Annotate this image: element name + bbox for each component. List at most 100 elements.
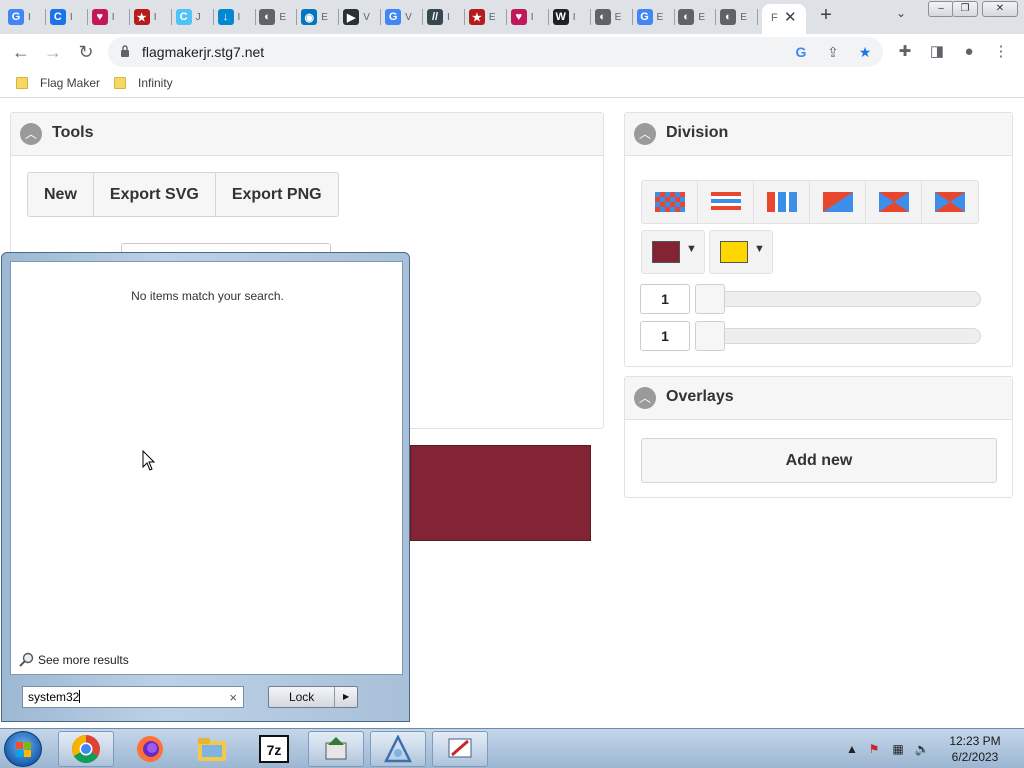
forward-icon[interactable]: → (41, 40, 65, 64)
windows-logo-icon (16, 742, 31, 757)
overlays-panel-header[interactable]: ︿ Overlays (625, 377, 1012, 420)
lock-button[interactable]: Lock ▶ (268, 686, 358, 708)
browser-tab[interactable]: ♥ I (509, 7, 549, 27)
clear-search-icon[interactable]: × (229, 690, 237, 705)
add-overlay-button[interactable]: Add new (641, 438, 997, 483)
tab-search-chevron-icon[interactable]: ⌄ (896, 6, 906, 20)
close-window-button[interactable]: ✕ (982, 1, 1018, 17)
tools-panel-header[interactable]: ︿ Tools (11, 113, 603, 156)
flag-preview (410, 445, 591, 541)
division-horizontal-option[interactable] (698, 181, 754, 223)
bookmark-label: Infinity (138, 76, 173, 90)
taskbar-chrome[interactable] (58, 731, 114, 767)
division-panel-header[interactable]: ︿ Division (625, 113, 1012, 156)
browser-tab[interactable]: ↓ I (216, 7, 256, 27)
browser-tab[interactable]: GV (383, 7, 424, 27)
browser-tab[interactable]: GI (6, 7, 46, 27)
shutdown-options-arrow-icon[interactable]: ▶ (335, 687, 357, 707)
tab-title: I (237, 11, 241, 23)
division-slider-2[interactable] (695, 328, 981, 344)
address-bar[interactable]: flagmakerjr.stg7.net G ⇪ ★ (108, 37, 883, 67)
slider-thumb-1[interactable] (695, 284, 725, 314)
taskbar-app-green[interactable] (308, 731, 364, 767)
tab-favicon-icon: C (175, 9, 192, 25)
lock-icon[interactable] (120, 45, 130, 57)
division-count-input-1[interactable]: 1 (640, 284, 690, 314)
action-center-icon[interactable]: ⚑ (866, 741, 882, 757)
slider-thumb-2[interactable] (695, 321, 725, 351)
search-value: system32 (28, 690, 80, 704)
export-png-button[interactable]: Export PNG (216, 173, 338, 216)
browser-tab[interactable]: CJ (174, 7, 214, 27)
taskbar-explorer[interactable] (184, 731, 240, 767)
browser-tab[interactable]: ★ I (132, 7, 172, 27)
browser-tab[interactable]: ◐ E (593, 7, 633, 27)
browser-tab[interactable]: ★ E (467, 7, 507, 27)
extensions-icon[interactable]: ✚ (896, 43, 914, 61)
start-button[interactable] (4, 731, 42, 767)
url-text: flagmakerjr.stg7.net (142, 44, 265, 60)
division-diagonal-option[interactable] (810, 181, 866, 223)
taskbar-7zip[interactable]: 7z (246, 731, 302, 767)
collapse-chevron-icon[interactable]: ︿ (634, 387, 656, 409)
menu-dots-icon[interactable]: ⋮ (992, 43, 1010, 61)
reload-icon[interactable]: ↻ (74, 40, 98, 64)
tab-favicon-icon: ♥ (510, 9, 527, 25)
bookmark-infinity[interactable]: Infinity (114, 76, 173, 90)
browser-tab[interactable]: ◐ E (718, 7, 759, 27)
browser-tab[interactable]: GE (635, 7, 675, 27)
close-tab-icon[interactable]: ✕ (784, 8, 797, 26)
tab-active-flagmaker[interactable]: F ✕ (762, 4, 806, 34)
browser-tab[interactable]: CI (48, 7, 88, 27)
color-picker-1[interactable]: ▼ (641, 230, 705, 274)
see-more-label: See more results (38, 653, 129, 667)
division-hourglass-option[interactable] (922, 181, 978, 223)
export-svg-button[interactable]: Export SVG (94, 173, 216, 216)
overlays-panel: ︿ Overlays Add new (624, 376, 1013, 498)
collapse-chevron-icon[interactable]: ︿ (634, 123, 656, 145)
collapse-chevron-icon[interactable]: ︿ (20, 123, 42, 145)
lock-label[interactable]: Lock (269, 687, 336, 707)
google-lens-icon[interactable]: G (792, 43, 810, 61)
volume-muted-icon[interactable]: 🔈 (914, 741, 930, 757)
division-grid-option[interactable] (642, 181, 698, 223)
tab-title: V (405, 11, 412, 23)
side-panel-icon[interactable]: ◨ (928, 43, 946, 61)
profile-icon[interactable]: ● (960, 43, 978, 61)
network-icon[interactable]: ▦ (890, 741, 906, 757)
browser-tab[interactable]: ◐ E (257, 7, 298, 27)
taskbar-app-blue[interactable] (370, 731, 426, 767)
division-slider-1[interactable] (695, 291, 981, 307)
tab-separator (170, 9, 172, 25)
new-button[interactable]: New (28, 173, 94, 216)
minimize-button[interactable]: – (928, 1, 954, 17)
show-hidden-icons-icon[interactable]: ▲ (844, 741, 860, 757)
saltire-icon (878, 192, 909, 212)
start-search-input[interactable]: system32 × (22, 686, 244, 708)
taskbar-app-paint[interactable] (432, 731, 488, 767)
tab-separator (422, 9, 424, 25)
tab-separator (547, 9, 549, 25)
browser-tab[interactable]: WI (551, 7, 591, 27)
taskbar-firefox[interactable] (122, 731, 178, 767)
browser-tab[interactable]: ▶ V (341, 7, 382, 27)
browser-tab[interactable]: ◐ E (676, 7, 717, 27)
tab-separator (757, 9, 759, 25)
division-vertical-option[interactable] (754, 181, 810, 223)
bookmark-star-icon[interactable]: ★ (856, 43, 874, 61)
new-tab-button[interactable]: + (814, 4, 838, 27)
bookmark-flag-maker[interactable]: Flag Maker (16, 76, 100, 90)
system-clock[interactable]: 12:23 PM 6/2/2023 (940, 733, 1010, 765)
tab-separator (128, 9, 130, 25)
back-icon[interactable]: ← (9, 40, 33, 64)
browser-tab[interactable]: ♥ I (90, 7, 130, 27)
browser-tab[interactable]: ◉ E (299, 7, 340, 27)
color-picker-2[interactable]: ▼ (709, 230, 773, 274)
see-more-results-link[interactable]: See more results (18, 652, 129, 668)
browser-tab[interactable]: // I (425, 7, 465, 27)
tab-title: E (656, 11, 664, 23)
division-x-option[interactable] (866, 181, 922, 223)
division-count-input-2[interactable]: 1 (640, 321, 690, 351)
restore-button[interactable]: ❐ (952, 1, 978, 17)
share-icon[interactable]: ⇪ (824, 43, 842, 61)
